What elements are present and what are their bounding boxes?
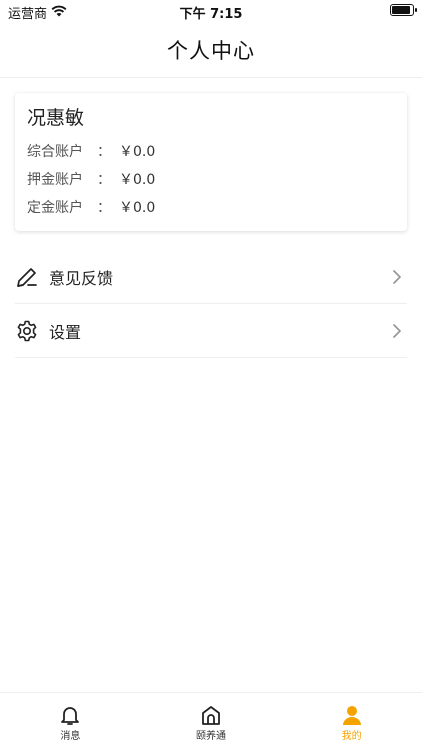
tab-bar: 消息 颐养通 我的 <box>0 692 422 750</box>
menu-item-feedback[interactable]: 意见反馈 <box>15 250 407 304</box>
account-value: ￥0.0 <box>119 200 156 216</box>
battery-icon <box>390 4 417 16</box>
account-label: 定金账户 <box>27 200 83 216</box>
page-title: 个人中心 <box>167 38 255 63</box>
screen: 运营商 下午 7:15 个人中心 况惠敏 综合账户 ： ￥0.0 押金账户 ： … <box>0 0 422 750</box>
menu-item-label: 设置 <box>49 322 82 342</box>
tab-label: 颐养通 <box>196 731 226 742</box>
chevron-right-icon <box>391 269 403 285</box>
house-icon <box>200 704 222 726</box>
account-row-down-payment: 定金账户 ： ￥0.0 <box>27 194 395 222</box>
tab-messages[interactable]: 消息 <box>0 693 141 750</box>
chevron-right-icon <box>391 323 403 339</box>
account-row-general: 综合账户 ： ￥0.0 <box>27 138 395 166</box>
nav-header: 个人中心 <box>0 22 422 78</box>
menu-item-label: 意见反馈 <box>49 268 114 288</box>
menu-list: 意见反馈 设置 <box>15 250 407 358</box>
account-card: 况惠敏 综合账户 ： ￥0.0 押金账户 ： ￥0.0 定金账户 ： ￥0.0 <box>15 93 407 231</box>
tab-label: 消息 <box>60 731 81 742</box>
bell-icon <box>59 704 81 726</box>
status-time: 下午 7:15 <box>179 7 243 22</box>
account-value: ￥0.0 <box>119 144 156 160</box>
account-separator: ： <box>97 172 111 188</box>
menu-item-settings[interactable]: 设置 <box>15 304 407 358</box>
account-value: ￥0.0 <box>119 172 156 188</box>
tab-mine[interactable]: 我的 <box>281 693 422 750</box>
pencil-icon <box>15 265 39 289</box>
gear-icon <box>15 319 39 343</box>
account-label: 综合账户 <box>27 144 83 160</box>
tab-label: 我的 <box>341 731 362 742</box>
user-name: 况惠敏 <box>27 107 85 129</box>
user-icon <box>341 704 363 726</box>
account-separator: ： <box>97 200 111 216</box>
account-row-deposit: 押金账户 ： ￥0.0 <box>27 166 395 194</box>
account-label: 押金账户 <box>27 172 83 188</box>
account-separator: ： <box>97 144 111 160</box>
status-bar: 运营商 下午 7:15 <box>0 0 422 22</box>
tab-elderly-care[interactable]: 颐养通 <box>141 693 282 750</box>
